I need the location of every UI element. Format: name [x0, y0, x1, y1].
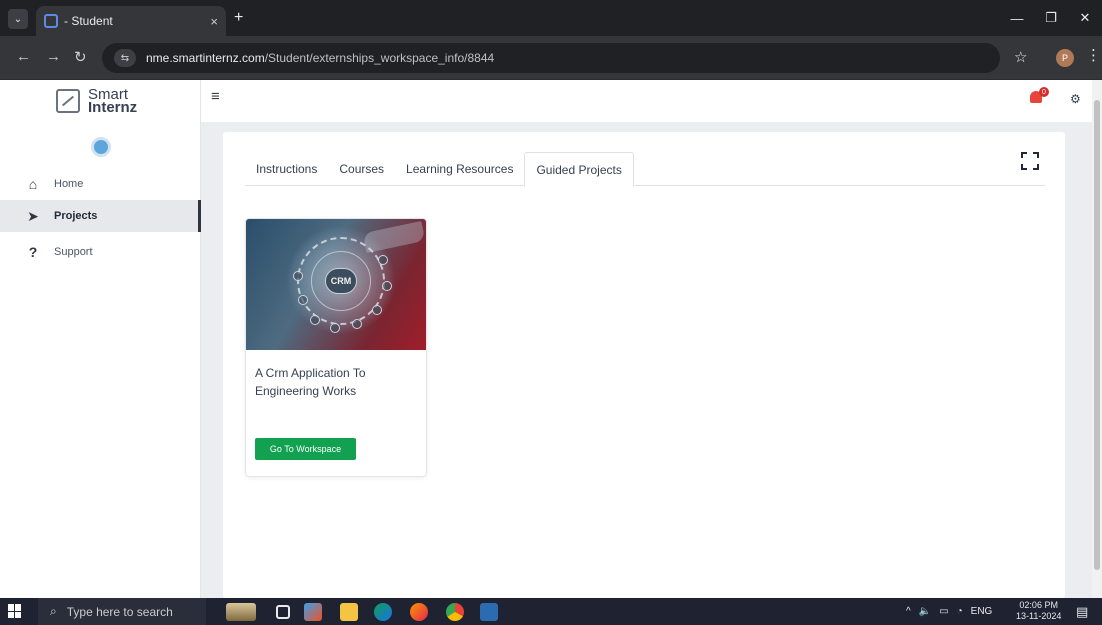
task-view-icon[interactable] [276, 605, 290, 619]
tab-close-button[interactable]: × [210, 14, 218, 29]
close-icon[interactable]: ✕ [1068, 0, 1102, 36]
address-bar[interactable]: ⇆ nme.smartinternz.com/Student/externshi… [102, 43, 1000, 73]
clock-time: 02:06 PM [1019, 600, 1058, 610]
home-icon: ⌂ [28, 176, 38, 192]
project-card: CRM A Crm Application To Engineering Wor… [245, 218, 427, 477]
site-info-icon[interactable]: ⇆ [114, 49, 136, 67]
sidebar-item-label: Home [54, 178, 84, 190]
project-title: A Crm Application To Engineering Works [255, 366, 366, 398]
window-controls: — ❐ ✕ [1000, 0, 1102, 36]
minimize-icon[interactable]: — [1000, 0, 1034, 36]
reload-icon[interactable]: ↻ [74, 48, 87, 66]
url-text: nme.smartinternz.com/Student/externships… [146, 51, 495, 65]
new-tab-button[interactable]: + [234, 9, 243, 27]
fullscreen-icon[interactable] [1021, 152, 1039, 170]
wifi-icon[interactable]: ◔ [957, 606, 963, 617]
taskbar-search-placeholder: Type here to search [66, 604, 173, 619]
tab-search-button[interactable]: ⌄ [8, 9, 28, 29]
search-icon: ⌕ [50, 604, 57, 618]
tab-title: - Student [64, 14, 113, 28]
file-explorer-icon[interactable] [340, 603, 358, 621]
store-icon[interactable] [480, 603, 498, 621]
taskbar-clock[interactable]: 02:06 PM 13-11-2024 [1016, 600, 1061, 622]
hamburger-menu-icon[interactable]: ≡ [211, 88, 220, 105]
tab-courses[interactable]: Courses [328, 152, 395, 186]
chevron-up-icon[interactable]: ^ [906, 606, 911, 617]
clock-date: 13-11-2024 [1016, 611, 1062, 621]
sidebar-item-label: Support [54, 246, 93, 258]
windows-start-icon[interactable] [8, 604, 22, 618]
shield-favicon-icon [44, 14, 58, 28]
forward-arrow-icon[interactable]: → [46, 48, 61, 65]
workspace-tabs: Instructions Courses Learning Resources … [245, 152, 1045, 187]
firefox-icon[interactable] [410, 603, 428, 621]
notification-badge: 0 [1039, 87, 1049, 97]
tab-instructions[interactable]: Instructions [245, 152, 328, 186]
system-tray: ^ 🔈 ▭ ◔ ENG [906, 598, 1000, 625]
page-scrollbar[interactable] [1092, 80, 1102, 598]
logo-text-line2: Internz [88, 99, 138, 116]
battery-icon[interactable]: ▭ [939, 606, 948, 617]
browser-tabstrip: ⌄ - Student × + — ❐ ✕ [0, 0, 1102, 36]
taskbar-search[interactable]: ⌕ Type here to search [38, 598, 206, 625]
speaker-icon[interactable]: 🔈 [919, 606, 931, 617]
sidebar: Smart Internz ⌂ Home ➤ Projects ? Suppor… [0, 80, 201, 598]
paper-plane-icon: ➤ [27, 207, 39, 224]
back-arrow-icon[interactable]: ← [16, 48, 31, 65]
sidebar-item-home[interactable]: ⌂ Home [0, 168, 201, 200]
browser-tab[interactable]: - Student × [36, 6, 226, 36]
logo-mark-icon [56, 89, 80, 113]
project-thumbnail: CRM [246, 219, 426, 350]
browser-toolbar: ← → ↻ ⇆ nme.smartinternz.com/Student/ext… [0, 36, 1102, 80]
browser-menu-icon[interactable]: ⋮ [1086, 46, 1101, 64]
crm-badge: CRM [325, 268, 357, 294]
restore-icon[interactable]: ❐ [1034, 0, 1068, 36]
tab-guided-projects[interactable]: Guided Projects [524, 152, 634, 187]
app-topbar [201, 80, 1102, 122]
sidebar-item-projects[interactable]: ➤ Projects [0, 200, 201, 232]
action-center-icon[interactable]: ▤ [1076, 604, 1088, 620]
copilot-icon[interactable] [304, 603, 322, 621]
weather-widget-icon[interactable] [226, 603, 256, 621]
tab-learning-resources[interactable]: Learning Resources [395, 152, 524, 186]
chrome-icon[interactable] [446, 603, 464, 621]
workspace-panel: Instructions Courses Learning Resources … [223, 132, 1065, 598]
windows-taskbar: ⌕ Type here to search ^ 🔈 ▭ ◔ ENG 02:06 … [0, 598, 1102, 625]
page-viewport: Smart Internz ⌂ Home ➤ Projects ? Suppor… [0, 80, 1102, 598]
scrollbar-thumb[interactable] [1094, 100, 1100, 570]
sidebar-item-label: Projects [54, 210, 98, 222]
edge-icon[interactable] [374, 603, 392, 621]
sidebar-item-support[interactable]: ? Support [0, 236, 201, 268]
profile-avatar[interactable]: P [1056, 49, 1074, 67]
go-to-workspace-button[interactable]: Go To Workspace [255, 438, 356, 460]
gear-icon[interactable]: ⚙ [1070, 92, 1081, 106]
language-indicator[interactable]: ENG [971, 606, 993, 617]
smartinternz-logo[interactable]: Smart Internz [56, 87, 138, 116]
user-avatar[interactable] [91, 137, 111, 157]
question-icon: ? [28, 244, 38, 260]
bookmark-star-icon[interactable]: ☆ [1014, 48, 1027, 66]
